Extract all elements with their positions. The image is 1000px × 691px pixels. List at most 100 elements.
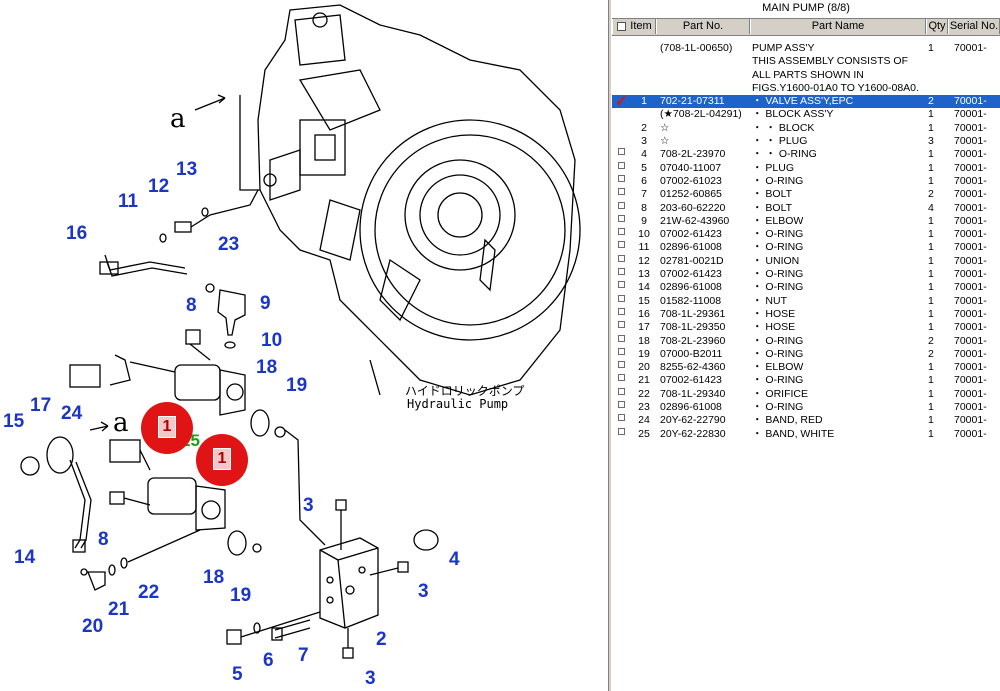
callout-18-bottom[interactable]: 18 (203, 568, 224, 587)
table-row[interactable]: ✓ 1 702-21-07311 ・ VALVE ASS'Y,EPC 2 70001- (612, 94, 1000, 109)
row-checkbox[interactable] (618, 427, 625, 435)
row-part-no: 708-2L-23960 (660, 334, 726, 347)
table-row[interactable]: 16 708-1L-29361 ・ HOSE 1 70001- (612, 307, 1000, 321)
row-item: 18 (638, 334, 650, 347)
callout-20[interactable]: 20 (82, 617, 103, 636)
row-checkbox[interactable] (618, 361, 625, 369)
callout-17[interactable]: 17 (30, 396, 51, 415)
callout-21[interactable]: 21 (108, 600, 129, 619)
row-checkbox[interactable] (618, 334, 625, 342)
row-checkbox[interactable] (618, 401, 625, 409)
selection-marker-1b[interactable]: 1 (196, 434, 248, 486)
callout-6[interactable]: 6 (263, 651, 274, 670)
parts-diagram: a a ハイドロリックポンプ Hydraulic Pump 13 12 11 1… (0, 0, 608, 691)
row-checkbox[interactable] (618, 188, 625, 196)
row-part-no: (708-1L-00650) (660, 42, 733, 54)
row-qty: 1 (928, 148, 934, 161)
row-checkbox[interactable] (618, 281, 625, 289)
table-row[interactable]: 11 02896-61008 ・ O-RING 1 70001- (612, 241, 1000, 254)
table-row[interactable]: 17 708-1L-29350 ・ HOSE 1 70001- (612, 321, 1000, 334)
row-checkbox[interactable] (618, 294, 625, 302)
callout-7[interactable]: 7 (298, 646, 309, 665)
table-row[interactable]: 12 02781-0021D ・ UNION 1 70001- (612, 254, 1000, 268)
callout-13[interactable]: 13 (176, 160, 197, 179)
table-row[interactable]: 25 20Y-62-22830 ・ BAND, WHITE 1 70001- (612, 427, 1000, 441)
row-checkbox[interactable] (618, 307, 625, 315)
table-row[interactable]: (★708-2L-04291) ・ BLOCK ASS'Y 1 70001- (612, 108, 1000, 121)
column-item[interactable]: Item (612, 19, 656, 34)
table-row[interactable]: 2 ☆ ・ ・ BLOCK 1 70001- (612, 122, 1000, 135)
callout-2[interactable]: 2 (376, 630, 387, 649)
callout-10[interactable]: 10 (261, 331, 282, 350)
callout-22[interactable]: 22 (138, 583, 159, 602)
table-row[interactable]: 5 07040-11007 ・ PLUG 1 70001- (612, 161, 1000, 175)
callout-18-top[interactable]: 18 (256, 358, 277, 377)
row-serial: 70001- (954, 228, 987, 241)
checkmark-icon[interactable]: ✓ (615, 94, 628, 109)
table-row[interactable]: 24 20Y-62-22790 ・ BAND, RED 1 70001- (612, 414, 1000, 427)
table-row[interactable]: 4 708-2L-23970 ・ ・ O-RING 1 70001- (612, 148, 1000, 161)
row-checkbox[interactable] (618, 321, 625, 329)
callout-11[interactable]: 11 (118, 192, 138, 211)
table-row[interactable]: 18 708-2L-23960 ・ O-RING 2 70001- (612, 334, 1000, 348)
row-checkbox[interactable] (618, 414, 625, 422)
callout-16[interactable]: 16 (66, 224, 87, 243)
row-checkbox[interactable] (618, 241, 625, 249)
row-checkbox[interactable] (618, 214, 625, 222)
callout-15[interactable]: 15 (3, 412, 24, 431)
callout-23[interactable]: 23 (218, 235, 239, 254)
selection-marker-1a[interactable]: 1 (141, 402, 193, 454)
table-row[interactable]: (708-1L-00650) PUMP ASS'Y 1 70001- (612, 42, 1000, 55)
row-checkbox[interactable] (618, 374, 625, 382)
table-row[interactable]: 15 01582-11008 ・ NUT 1 70001- (612, 294, 1000, 308)
callout-8-top[interactable]: 8 (186, 296, 197, 315)
row-checkbox[interactable] (618, 201, 625, 209)
column-part-name[interactable]: Part Name (750, 19, 926, 34)
column-qty[interactable]: Qty (926, 19, 948, 34)
table-row[interactable]: 9 21W-62-43960 ・ ELBOW 1 70001- (612, 214, 1000, 228)
table-row[interactable]: 21 07002-61423 ・ O-RING 1 70001- (612, 374, 1000, 387)
table-row[interactable]: ALL PARTS SHOWN IN (612, 69, 1000, 82)
row-serial: 70001- (954, 334, 987, 347)
row-checkbox[interactable] (618, 174, 625, 182)
callout-24[interactable]: 24 (61, 404, 82, 423)
callout-3-right[interactable]: 3 (418, 582, 429, 601)
callout-9[interactable]: 9 (260, 294, 271, 313)
row-checkbox[interactable] (618, 347, 625, 355)
table-row[interactable]: 10 07002-61423 ・ O-RING 1 70001- (612, 228, 1000, 241)
table-row[interactable]: 7 01252-60865 ・ BOLT 2 70001- (612, 188, 1000, 201)
callout-12[interactable]: 12 (148, 177, 169, 196)
callout-5[interactable]: 5 (232, 665, 243, 684)
select-all-checkbox[interactable] (617, 22, 626, 31)
table-row[interactable]: 22 708-1L-29340 ・ ORIFICE 1 70001- (612, 387, 1000, 401)
callout-19-bottom[interactable]: 19 (230, 586, 251, 605)
row-item: 23 (638, 401, 650, 414)
row-checkbox[interactable] (618, 268, 625, 276)
table-row[interactable]: 13 07002-61423 ・ O-RING 1 70001- (612, 268, 1000, 281)
table-row[interactable]: FIGS.Y1600-01A0 TO Y1600-08A0. (612, 82, 1000, 95)
callout-3-bottom[interactable]: 3 (365, 669, 376, 688)
table-row[interactable]: 3 ☆ ・ ・ PLUG 3 70001- (612, 135, 1000, 148)
row-checkbox[interactable] (618, 254, 625, 262)
row-checkbox[interactable] (618, 387, 625, 395)
row-checkbox[interactable] (618, 148, 625, 156)
table-row[interactable]: THIS ASSEMBLY CONSISTS OF (612, 55, 1000, 68)
callout-8-bottom[interactable]: 8 (98, 530, 109, 549)
row-item: 25 (638, 427, 650, 440)
table-row[interactable]: 14 02896-61008 ・ O-RING 1 70001- (612, 281, 1000, 294)
table-row[interactable]: 6 07002-61023 ・ O-RING 1 70001- (612, 174, 1000, 188)
callout-4[interactable]: 4 (449, 550, 460, 569)
column-part-no[interactable]: Part No. (656, 19, 750, 34)
row-qty: 1 (928, 321, 934, 334)
row-item: 20 (638, 361, 650, 374)
row-checkbox[interactable] (618, 228, 625, 236)
callout-3-top[interactable]: 3 (303, 496, 314, 515)
table-row[interactable]: 8 203-60-62220 ・ BOLT 4 70001- (612, 201, 1000, 215)
callout-14[interactable]: 14 (14, 548, 35, 567)
callout-19-top[interactable]: 19 (286, 376, 307, 395)
row-checkbox[interactable] (618, 161, 625, 169)
table-row[interactable]: 19 07000-B2011 ・ O-RING 2 70001- (612, 347, 1000, 361)
table-row[interactable]: 23 02896-61008 ・ O-RING 1 70001- (612, 401, 1000, 414)
column-serial[interactable]: Serial No. (948, 19, 1000, 34)
table-row[interactable]: 20 8255-62-4360 ・ ELBOW 1 70001- (612, 361, 1000, 374)
